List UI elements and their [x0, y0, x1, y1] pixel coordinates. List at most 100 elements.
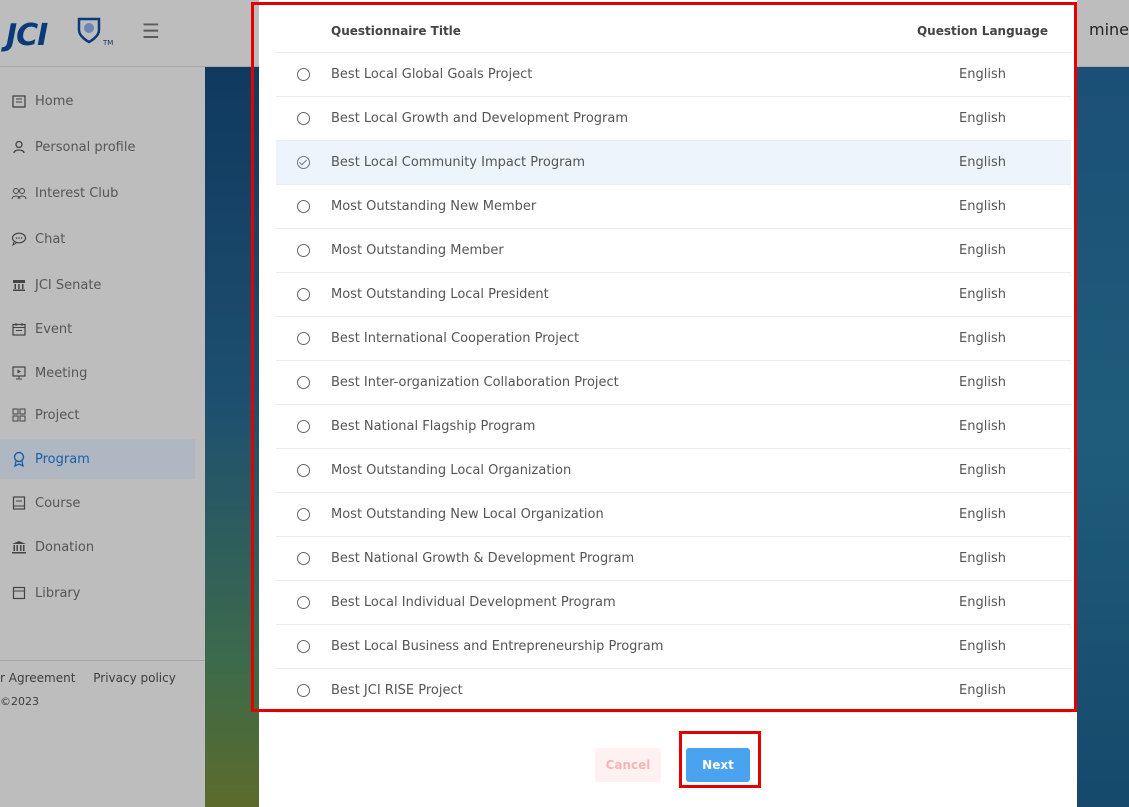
radio-cell [276, 200, 331, 213]
radio-cell [276, 332, 331, 345]
background-panel-right [1077, 67, 1129, 807]
questionnaire-title: Most Outstanding Local Organization [331, 463, 572, 478]
sidebar-item-event[interactable]: Event [0, 309, 195, 349]
trademark: TM [103, 39, 114, 47]
sidebar-item-label: Chat [35, 231, 66, 247]
radio-cell [276, 552, 331, 565]
table-row[interactable]: Best National Flagship Program English [276, 405, 1071, 449]
sidebar-item-meeting[interactable]: Meeting [0, 353, 195, 393]
question-language: English [959, 551, 1006, 566]
bank-icon [10, 538, 28, 556]
table-row[interactable]: Most Outstanding Local Organization Engli… [276, 449, 1071, 493]
question-language: English [959, 507, 1006, 522]
table-header: Questionnaire Title Question Language [276, 10, 1071, 53]
library-icon [10, 584, 28, 602]
question-language: English [959, 243, 1006, 258]
table-row[interactable]: Most Outstanding New Member English [276, 185, 1071, 229]
row-radio[interactable] [297, 640, 310, 653]
user-agreement-link[interactable]: r Agreement [0, 671, 75, 685]
row-radio[interactable] [297, 420, 310, 433]
questionnaire-title: Most Outstanding New Member [331, 199, 537, 214]
row-radio[interactable] [297, 288, 310, 301]
question-language: English [959, 419, 1006, 434]
table-row[interactable]: Best Local Community Impact Program Engli… [276, 141, 1071, 185]
table-row[interactable]: Best Local Individual Development Progra… [276, 581, 1071, 625]
table-row[interactable]: Most Outstanding New Local Organization E… [276, 493, 1071, 537]
sidebar-item-personal-profile[interactable]: Personal profile [0, 127, 195, 167]
jci-logo[interactable]: JCI [6, 18, 48, 53]
sidebar-item-project[interactable]: Project [0, 395, 195, 435]
questionnaire-title: Best Local Global Goals Project [331, 67, 533, 82]
radio-cell [276, 288, 331, 301]
radio-cell [276, 244, 331, 257]
top-right-text: mine [1089, 20, 1129, 39]
hamburger-icon[interactable]: ☰ [142, 19, 160, 43]
sidebar-item-donation[interactable]: Donation [0, 527, 195, 567]
question-language: English [959, 331, 1006, 346]
sidebar-item-label: Library [35, 585, 81, 601]
sidebar-item-jci-senate[interactable]: JCI Senate [0, 265, 195, 305]
radio-cell [276, 508, 331, 521]
sidebar-item-label: Meeting [35, 365, 88, 381]
question-language: English [959, 683, 1006, 698]
next-button[interactable]: Next [686, 748, 750, 782]
question-language: English [959, 595, 1006, 610]
sidebar-item-program[interactable]: Program [0, 439, 195, 479]
row-radio[interactable] [297, 332, 310, 345]
sidebar-item-course[interactable]: Course [0, 483, 195, 523]
table-row[interactable]: Best Local Business and Entrepreneurship… [276, 625, 1071, 669]
senate-icon [10, 276, 28, 294]
book-icon [10, 494, 28, 512]
questionnaire-title: Best National Growth & Development Progr… [331, 551, 635, 566]
table-row[interactable]: Most Outstanding Local President English [276, 273, 1071, 317]
table-row[interactable]: Best JCI RISE Project English [276, 669, 1071, 713]
row-radio[interactable] [297, 200, 310, 213]
sidebar-item-label: Event [35, 321, 73, 337]
footer-links: r Agreement Privacy policy [0, 671, 190, 685]
row-radio[interactable] [297, 68, 310, 81]
row-radio[interactable] [297, 156, 310, 169]
radio-cell [276, 684, 331, 697]
questionnaire-title: Best National Flagship Program [331, 419, 536, 434]
sidebar-item-label: Course [35, 495, 81, 511]
privacy-policy-link[interactable]: Privacy policy [93, 671, 176, 685]
table-row[interactable]: Best National Growth & Development Progr… [276, 537, 1071, 581]
row-radio[interactable] [297, 596, 310, 609]
calendar-icon [10, 320, 28, 338]
question-language: English [959, 111, 1006, 126]
sidebar-item-label: Program [35, 451, 90, 467]
row-radio[interactable] [297, 112, 310, 125]
sidebar-item-label: Home [35, 93, 74, 109]
question-language: English [959, 67, 1006, 82]
sidebar-item-label: Interest Club [35, 185, 119, 201]
row-radio[interactable] [297, 508, 310, 521]
row-radio[interactable] [297, 464, 310, 477]
table-row[interactable]: Best International Cooperation Project En… [276, 317, 1071, 361]
table-row[interactable]: Best Local Growth and Development Progra… [276, 97, 1071, 141]
row-radio[interactable] [297, 244, 310, 257]
questionnaire-title: Best Local Growth and Development Progra… [331, 111, 629, 126]
questionnaire-title: Best International Cooperation Project [331, 331, 580, 346]
radio-cell [276, 156, 331, 169]
sidebar-item-chat[interactable]: Chat [0, 219, 195, 259]
sidebar-item-label: Personal profile [35, 139, 136, 155]
sidebar-item-library[interactable]: Library [0, 573, 195, 613]
background-panel-left [205, 67, 259, 807]
questionnaire-title: Most Outstanding Member [331, 243, 504, 258]
row-radio[interactable] [297, 684, 310, 697]
sidebar-item-home[interactable]: Home [0, 81, 195, 121]
shield-logo-icon [77, 17, 101, 44]
row-radio[interactable] [297, 376, 310, 389]
table-row[interactable]: Most Outstanding Member English [276, 229, 1071, 273]
questionnaire-title: Most Outstanding Local President [331, 287, 549, 302]
table-row[interactable]: Best Local Global Goals Project English [276, 53, 1071, 97]
row-radio[interactable] [297, 552, 310, 565]
questionnaire-modal: Questionnaire Title Question Language Be… [259, 0, 1077, 807]
question-language: English [959, 199, 1006, 214]
cancel-button[interactable]: Cancel [595, 748, 661, 782]
sidebar-item-interest-club[interactable]: Interest Club [0, 173, 195, 213]
questionnaire-title: Best Local Individual Development Progra… [331, 595, 616, 610]
table-row[interactable]: Best Inter-organization Collaboration Pr… [276, 361, 1071, 405]
header-title: Questionnaire Title [331, 24, 461, 38]
award-icon [10, 450, 28, 468]
